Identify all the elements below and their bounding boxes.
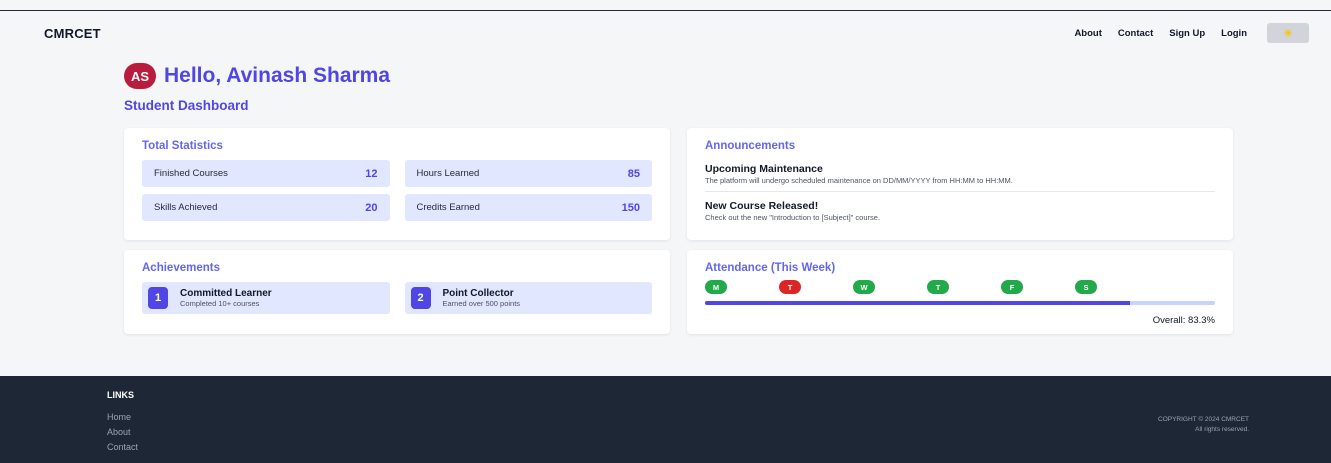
attendance-day-badge: T bbox=[779, 280, 801, 294]
attendance-progress-fill bbox=[705, 301, 1130, 305]
announcements-title: Announcements bbox=[705, 140, 796, 152]
stat-hours-learned: Hours Learned 85 bbox=[404, 160, 652, 187]
announcements-card: Announcements Upcoming Maintenance The p… bbox=[687, 128, 1233, 240]
rights-text: All rights reserved. bbox=[1195, 426, 1249, 433]
nav-signup-link[interactable]: Sign Up bbox=[1169, 28, 1205, 39]
nav-links: About Contact Sign Up Login ☀ bbox=[1074, 23, 1309, 43]
footer-home-link[interactable]: Home bbox=[107, 410, 138, 425]
stat-credits-earned: Credits Earned 150 bbox=[404, 194, 652, 221]
avatar: AS bbox=[124, 63, 156, 89]
stat-value: 150 bbox=[621, 201, 640, 214]
announcement-title: New Course Released! bbox=[705, 200, 819, 212]
greeting: AS Hello, Avinash Sharma bbox=[124, 63, 390, 89]
attendance-day-badge: F bbox=[1001, 280, 1023, 294]
achievements-card: Achievements 1 Committed Learner Complet… bbox=[124, 250, 670, 334]
brand-logo[interactable]: CMRCET bbox=[44, 26, 101, 41]
footer: LINKS Home About Contact COPYRIGHT © 202… bbox=[0, 376, 1331, 463]
achievements-title: Achievements bbox=[142, 262, 220, 274]
announcement-item: New Course Released! Check out the new "… bbox=[705, 191, 1215, 228]
achievement-title: Committed Learner bbox=[180, 288, 272, 299]
achievement-title: Point Collector bbox=[442, 288, 514, 299]
announcement-body: The platform will undergo scheduled main… bbox=[705, 176, 1013, 185]
stat-finished-courses: Finished Courses 12 bbox=[142, 160, 390, 187]
nav-about-link[interactable]: About bbox=[1074, 28, 1101, 39]
stat-label: Credits Earned bbox=[416, 202, 480, 213]
attendance-card: Attendance (This Week) M T W T F S Overall: 8… bbox=[687, 250, 1233, 334]
footer-links: Home About Contact bbox=[107, 410, 138, 455]
stat-label: Skills Achieved bbox=[154, 202, 218, 213]
stat-label: Finished Courses bbox=[154, 168, 228, 179]
sun-icon: ☀ bbox=[1283, 27, 1293, 40]
stat-value: 12 bbox=[365, 167, 378, 180]
stats-title: Total Statistics bbox=[142, 140, 223, 152]
achievement-number-badge: 1 bbox=[148, 287, 168, 309]
attendance-day-badge: S bbox=[1075, 280, 1097, 294]
achievement-number-badge: 2 bbox=[410, 287, 431, 309]
copyright-text: COPYRIGHT © 2024 CMRCET bbox=[1158, 416, 1249, 423]
stat-value: 20 bbox=[365, 201, 378, 214]
copyright: COPYRIGHT © 2024 CMRCET All rights reser… bbox=[1158, 415, 1249, 435]
attendance-progress-bar bbox=[705, 301, 1215, 305]
theme-toggle-button[interactable]: ☀ bbox=[1267, 23, 1309, 43]
stat-value: 85 bbox=[627, 167, 640, 180]
achievement-item: 1 Committed Learner Completed 10+ course… bbox=[142, 282, 390, 314]
attendance-overall: Overall: 83.3% bbox=[1152, 315, 1215, 326]
achievement-item: 2 Point Collector Earned over 500 points bbox=[404, 282, 652, 314]
announcement-title: Upcoming Maintenance bbox=[705, 163, 823, 175]
attendance-day-badge: M bbox=[705, 280, 727, 294]
nav-contact-link[interactable]: Contact bbox=[1118, 28, 1153, 39]
achievement-desc: Completed 10+ courses bbox=[180, 299, 260, 308]
attendance-day-badge: W bbox=[853, 280, 875, 294]
attendance-days: MTWTFS bbox=[705, 280, 1215, 294]
footer-about-link[interactable]: About bbox=[107, 425, 138, 440]
stat-skills-achieved: Skills Achieved 20 bbox=[142, 194, 390, 221]
footer-links-heading: LINKS bbox=[107, 390, 134, 400]
page-title: Student Dashboard bbox=[124, 98, 249, 113]
greeting-text: Hello, Avinash Sharma bbox=[164, 64, 391, 87]
navbar: CMRCET About Contact Sign Up Login ☀ bbox=[0, 11, 1331, 55]
footer-contact-link[interactable]: Contact bbox=[107, 440, 138, 455]
stats-card: Total Statistics Finished Courses 12 Hou… bbox=[124, 128, 670, 240]
nav-login-link[interactable]: Login bbox=[1221, 28, 1247, 39]
announcement-body: Check out the new "Introduction to [Subj… bbox=[705, 213, 881, 222]
stat-label: Hours Learned bbox=[416, 168, 480, 179]
attendance-title: Attendance (This Week) bbox=[705, 262, 836, 274]
announcement-item: Upcoming Maintenance The platform will u… bbox=[705, 163, 1215, 191]
achievement-desc: Earned over 500 points bbox=[442, 299, 521, 308]
attendance-day-badge: T bbox=[927, 280, 949, 294]
